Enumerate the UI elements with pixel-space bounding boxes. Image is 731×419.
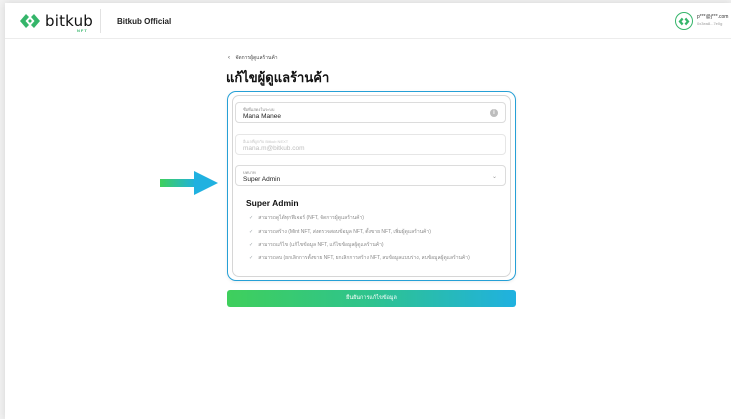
display-name-label: ชื่อที่แสดงในระบบ	[243, 107, 275, 112]
email-field: อีเมลที่ผูกกับ Bitkub NEXT mana.m@bitkub…	[235, 134, 506, 155]
page-title: แก้ไขผู้ดูแลร้านค้า	[226, 70, 330, 85]
user-account[interactable]: p***@j***.com 0x3ea8...7e0g	[675, 12, 731, 32]
chevron-down-icon[interactable]: ⌄	[492, 173, 497, 180]
permission-text: สามารถลบ (ยกเลิกการตั้งขาย NFT, ยกเลิกกา…	[258, 255, 470, 261]
permission-text: สามารถดูได้ทุกฟีเจอร์ (NFT, จัดการผู้ดูแ…	[258, 215, 364, 221]
check-icon: ✓	[249, 242, 254, 248]
shop-name: Bitkub Official	[117, 17, 172, 26]
chevron-left-icon: ‹	[228, 55, 230, 61]
confirm-edit-button[interactable]: ยืนยันการแก้ไขข้อมูล	[227, 290, 516, 307]
permission-item: ✓ สามารถสร้าง (Mint NFT, ส่งตรวจสอบข้อมูล…	[249, 228, 431, 236]
display-name-field[interactable]: ชื่อที่แสดงในระบบ Mana Manee i	[235, 102, 506, 123]
bitkub-logo-icon	[20, 14, 40, 28]
top-header: bitkub NFT Bitkub Official p***@j***.com…	[5, 3, 731, 39]
permission-item: ✓ สามารถแก้ไข (แก้ไขข้อมูล NFT, แก้ไขข้อม…	[249, 241, 384, 249]
header-divider	[100, 9, 101, 33]
display-name-value[interactable]: Mana Manee	[243, 113, 281, 120]
email-label: อีเมลที่ผูกกับ Bitkub NEXT	[243, 139, 289, 144]
check-icon: ✓	[249, 255, 254, 261]
check-icon: ✓	[249, 229, 254, 235]
avatar-icon	[678, 17, 690, 26]
role-select[interactable]: บทบาท Super Admin ⌄	[235, 165, 506, 186]
avatar[interactable]	[675, 12, 693, 30]
user-wallet: 0x3ea8...7e0g	[697, 21, 723, 26]
breadcrumb[interactable]: ‹ จัดการผู้ดูแลร้านค้า	[228, 54, 278, 62]
breadcrumb-back-label[interactable]: จัดการผู้ดูแลร้านค้า	[235, 55, 277, 61]
permission-text: สามารถแก้ไข (แก้ไขข้อมูล NFT, แก้ไขข้อมู…	[258, 242, 384, 248]
permission-text: สามารถสร้าง (Mint NFT, ส่งตรวจสอบข้อมูล …	[258, 229, 431, 235]
role-value[interactable]: Super Admin	[243, 176, 280, 183]
info-icon[interactable]: i	[490, 109, 498, 117]
role-label: บทบาท	[243, 170, 256, 175]
bitkub-logo[interactable]: bitkub NFT	[19, 12, 93, 33]
permission-item: ✓ สามารถดูได้ทุกฟีเจอร์ (NFT, จัดการผู้ดู…	[249, 214, 364, 222]
email-value: mana.m@bitkub.com	[243, 145, 305, 152]
user-email: p***@j***.com	[697, 14, 729, 20]
check-icon: ✓	[249, 215, 254, 221]
role-title: Super Admin	[246, 198, 299, 208]
permission-item: ✓ สามารถลบ (ยกเลิกการตั้งขาย NFT, ยกเลิกก…	[249, 254, 470, 262]
arrow-right-icon	[160, 171, 218, 195]
logo-subtitle: NFT	[77, 28, 88, 33]
